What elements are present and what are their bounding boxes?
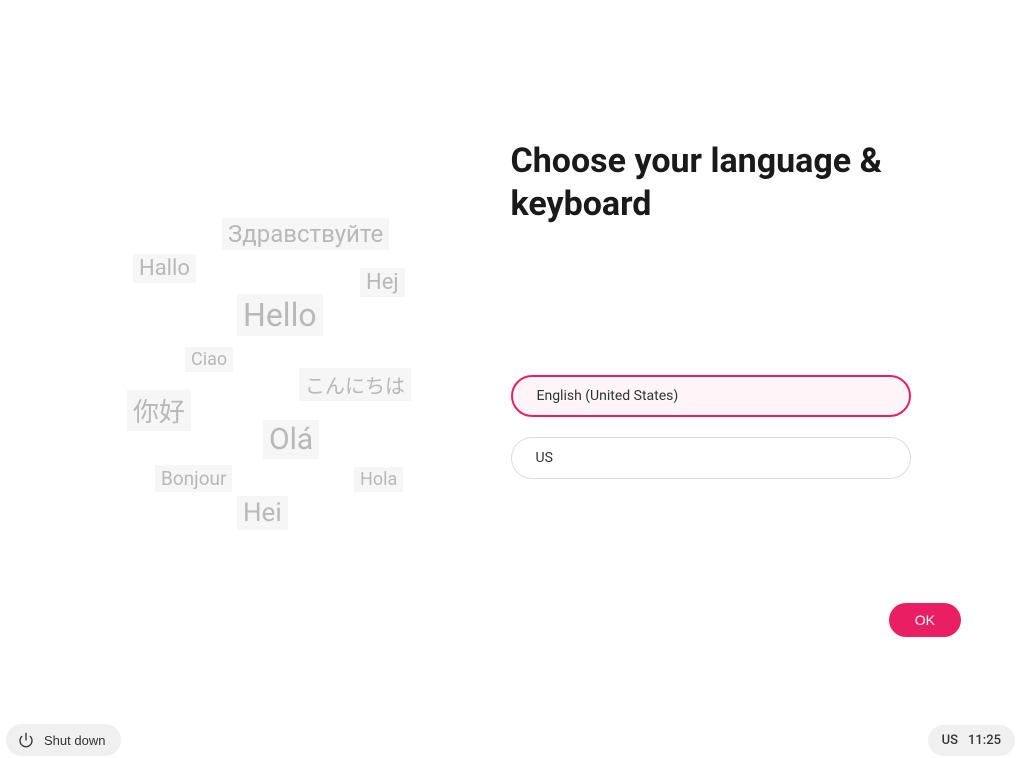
greeting-portuguese: Olá: [263, 420, 319, 459]
greeting-spanish: Hola: [354, 467, 403, 492]
greeting-cloud: Здравствуйте Hallo Hej Hello Ciao こんにちは …: [0, 0, 511, 758]
greeting-italian: Ciao: [185, 347, 233, 372]
language-dropdown-value: English (United States): [537, 388, 679, 404]
form-section: English (United States) US: [511, 375, 962, 479]
keyboard-dropdown[interactable]: US: [511, 437, 911, 479]
language-dropdown[interactable]: English (United States): [511, 375, 911, 417]
keyboard-indicator: US: [942, 733, 958, 748]
shutdown-button[interactable]: Shut down: [6, 724, 121, 756]
greeting-russian: Здравствуйте: [222, 218, 389, 250]
main-container: Здравствуйте Hallo Hej Hello Ciao こんにちは …: [0, 0, 1021, 758]
status-pill[interactable]: US 11:25: [928, 725, 1015, 756]
greeting-english: Hello: [237, 294, 323, 336]
page-title: Choose your language & keyboard: [511, 140, 962, 225]
greeting-french: Bonjour: [155, 465, 232, 492]
greeting-japanese: こんにちは: [299, 368, 411, 401]
ok-button[interactable]: OK: [889, 603, 961, 637]
form-panel: Choose your language & keyboard English …: [511, 0, 1021, 758]
greeting-german: Hallo: [133, 254, 196, 283]
clock: 11:25: [968, 733, 1001, 748]
keyboard-dropdown-value: US: [536, 450, 553, 466]
greeting-finnish: Hei: [237, 496, 288, 530]
power-icon: [18, 732, 34, 748]
shutdown-label: Shut down: [44, 733, 105, 748]
bottom-bar: Shut down US 11:25: [0, 724, 1021, 758]
greeting-panel: Здравствуйте Hallo Hej Hello Ciao こんにちは …: [0, 0, 511, 758]
greeting-swedish: Hej: [360, 268, 405, 297]
greeting-chinese: 你好: [127, 390, 191, 431]
